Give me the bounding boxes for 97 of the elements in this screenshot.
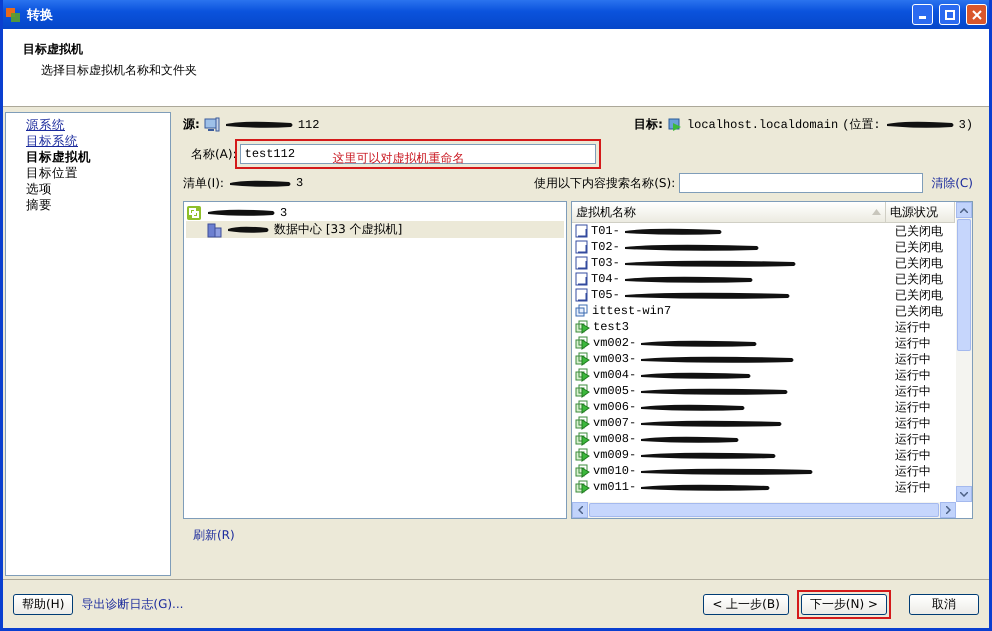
running-vm-icon <box>575 416 590 430</box>
template-icon <box>575 288 588 302</box>
template-icon <box>575 240 588 254</box>
vm-name-cell[interactable]: ittest-win7 <box>572 304 890 318</box>
computer-icon <box>204 116 220 132</box>
vm-name-cell[interactable]: T05- <box>572 288 890 302</box>
running-vm-icon <box>575 336 590 350</box>
running-vm-icon <box>575 432 590 446</box>
running-vm-icon <box>575 464 590 478</box>
power-state-cell-text: 运行中 <box>894 318 932 336</box>
server-group-icon <box>186 204 202 220</box>
name-label: 名称(A): <box>191 146 237 162</box>
step-link[interactable]: 源系统 <box>26 117 170 133</box>
vm-name-cell[interactable]: T04- <box>572 272 890 286</box>
maximize-button[interactable] <box>939 4 960 25</box>
running-vm-icon <box>575 448 590 462</box>
refresh-link[interactable]: 刷新(R) <box>193 527 235 544</box>
search-label: 使用以下内容搜索名称(S): <box>534 174 676 192</box>
window-title: 转换 <box>27 6 54 24</box>
vm-name-cell[interactable]: T02- <box>572 240 890 254</box>
tree-item[interactable]: 3 <box>186 204 564 221</box>
help-button[interactable]: 帮助(H) <box>13 594 74 614</box>
source-name: 112 <box>298 118 320 132</box>
target-host: localhost.localdomain <box>686 118 838 132</box>
target-label: 目标: <box>634 116 663 133</box>
vm-name-cell[interactable]: vm004- <box>572 368 890 382</box>
close-icon <box>972 10 982 20</box>
vertical-scrollbar[interactable] <box>956 202 972 502</box>
running-vm-icon <box>575 384 590 398</box>
power-state-cell-text: 运行中 <box>894 414 932 432</box>
page-subtitle: 选择目标虚拟机名称和文件夹 <box>40 62 198 79</box>
back-button[interactable]: < 上一步(B) <box>703 594 789 614</box>
vm-name-cell[interactable]: vm007- <box>572 416 890 430</box>
step-link[interactable]: 目标系统 <box>26 133 170 149</box>
power-state-cell-text: 已关闭电 <box>894 286 944 304</box>
clear-link[interactable]: 清除(C) <box>931 174 973 192</box>
running-vm-icon <box>575 368 590 382</box>
virtual-machine-icon <box>575 304 589 318</box>
step-item: 摘要 <box>26 197 53 213</box>
column-header[interactable]: 电源状况 <box>886 202 955 222</box>
page-title: 目标虚拟机 <box>23 41 84 58</box>
vm-name-cell[interactable]: test3 <box>572 320 890 334</box>
vm-name-cell[interactable]: vm003- <box>572 352 890 366</box>
inventory-label: 清单(I): <box>183 174 224 192</box>
power-state-cell-text: 已关闭电 <box>894 270 944 288</box>
template-icon <box>575 256 588 270</box>
host-icon <box>666 116 683 132</box>
step-item: 选项 <box>26 181 53 197</box>
vm-name-cell[interactable]: vm002- <box>572 336 890 350</box>
power-state-cell-text: 运行中 <box>894 350 932 368</box>
template-icon <box>575 224 588 238</box>
inventory-name: 3 <box>296 176 304 190</box>
source-label: 源: <box>183 116 200 133</box>
building-icon <box>206 222 222 238</box>
vm-name-cell[interactable]: T03- <box>572 256 890 270</box>
power-state-cell-text: 运行中 <box>894 478 932 496</box>
next-button[interactable]: 下一步(N) > <box>800 594 887 614</box>
power-state-cell-text: 运行中 <box>894 446 932 464</box>
vm-name-cell[interactable]: vm010- <box>572 464 890 478</box>
sort-arrow-icon <box>872 209 881 215</box>
power-state-cell-text: 已关闭电 <box>894 254 944 272</box>
tree-item[interactable]: 数据中心 [33 个虚拟机] <box>186 221 564 238</box>
horizontal-scrollbar[interactable] <box>572 502 956 518</box>
running-vm-icon <box>575 320 590 334</box>
minimize-button[interactable] <box>912 4 933 25</box>
minimize-icon <box>919 16 926 19</box>
power-state-cell-text: 运行中 <box>894 462 932 480</box>
power-state-cell-text: 运行中 <box>894 430 932 448</box>
cancel-button[interactable]: 取消 <box>909 594 979 614</box>
power-state-cell-text: 运行中 <box>894 398 932 416</box>
close-button[interactable] <box>966 4 987 25</box>
vm-name-cell[interactable]: vm009- <box>572 448 890 462</box>
vm-name-cell[interactable]: vm006- <box>572 400 890 414</box>
power-state-cell-text: 已关闭电 <box>894 238 944 256</box>
step-item: 目标虚拟机 <box>26 149 92 165</box>
column-header[interactable]: 虚拟机名称 <box>572 202 886 222</box>
export-log-link[interactable]: 导出诊断日志(G)... <box>81 596 184 612</box>
search-field[interactable] <box>679 173 924 193</box>
vm-name-cell[interactable]: vm011- <box>572 480 890 494</box>
power-state-cell-text: 运行中 <box>894 334 932 352</box>
power-state-cell-text: 运行中 <box>894 382 932 400</box>
power-state-cell-text: 已关闭电 <box>894 222 944 240</box>
annotation-note: 这里可以对虚拟机重命名 <box>332 150 465 166</box>
maximize-icon <box>944 10 954 20</box>
running-vm-icon <box>575 400 590 414</box>
power-state-cell-text: 已关闭电 <box>894 302 944 320</box>
app-icon <box>5 6 21 22</box>
target-location-label: (位置: <box>842 117 881 133</box>
template-icon <box>575 272 588 286</box>
step-item: 目标位置 <box>26 165 79 181</box>
power-state-cell-text: 运行中 <box>894 366 932 384</box>
vm-name-cell[interactable]: T01- <box>572 224 890 238</box>
target-location: 3) <box>958 118 973 132</box>
vm-name-cell[interactable]: vm005- <box>572 384 890 398</box>
running-vm-icon <box>575 352 590 366</box>
vm-name-cell[interactable]: vm008- <box>572 432 890 446</box>
running-vm-icon <box>575 480 590 494</box>
